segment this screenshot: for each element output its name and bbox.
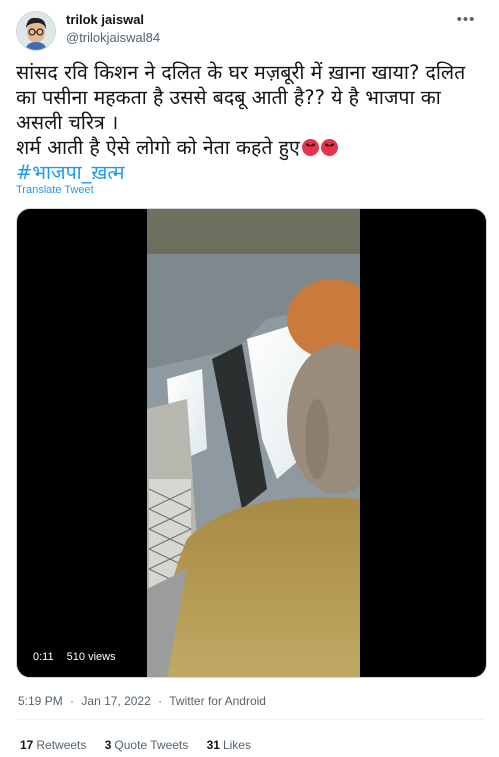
retweets-count: 17 xyxy=(20,738,34,752)
video-frame[interactable] xyxy=(147,209,360,677)
likes-count: 31 xyxy=(206,738,220,752)
video-meta: 0:11 510 views xyxy=(33,651,126,663)
video-player[interactable]: 0:11 510 views xyxy=(16,208,487,678)
meta-separator: · xyxy=(70,694,75,708)
angry-face-icon xyxy=(301,139,319,156)
hashtag-link[interactable]: #भाजपा_ख़त्म xyxy=(16,160,484,185)
tweet-line: सांसद रवि किशन ने दलित के घर मज़बूरी में… xyxy=(16,61,466,84)
angry-face-icon xyxy=(320,139,338,156)
more-options-icon[interactable]: ••• xyxy=(451,12,481,28)
user-handle[interactable]: @trilokjaiswal84 xyxy=(66,30,160,45)
avatar-illustration xyxy=(17,12,55,50)
quote-tweets-stat[interactable]: 3 Quote Tweets xyxy=(105,738,189,752)
tweet-time[interactable]: 5:19 PM xyxy=(18,694,63,708)
retweets-stat[interactable]: 17 Retweets xyxy=(20,738,86,752)
likes-label: Likes xyxy=(222,738,251,752)
video-views: 510 views xyxy=(66,651,116,663)
quote-tweets-count: 3 xyxy=(104,738,112,752)
tweet-stats: 17 Retweets 3 Quote Tweets 31 Likes xyxy=(20,738,266,752)
video-still-image xyxy=(147,209,360,677)
retweets-label: Retweets xyxy=(36,738,87,752)
tweet-line: असली चरित्र । xyxy=(16,111,119,134)
video-duration: 0:11 xyxy=(33,651,54,663)
likes-stat[interactable]: 31 Likes xyxy=(207,738,251,752)
tweet-date[interactable]: Jan 17, 2022 xyxy=(81,694,150,708)
tweet-line: शर्म आती है ऐसे लोगो को नेता कहते हुए xyxy=(16,136,300,159)
tweet-line: का पसीना महकता है उससे बदबू आती है?? ये … xyxy=(16,86,441,109)
display-name[interactable]: trilok jaiswal xyxy=(66,12,144,27)
tweet-text: सांसद रवि किशन ने दलित के घर मज़बूरी में… xyxy=(16,60,484,185)
tweet-source[interactable]: Twitter for Android xyxy=(169,694,266,708)
translate-tweet-link[interactable]: Translate Tweet xyxy=(16,184,94,196)
avatar[interactable] xyxy=(16,11,56,51)
quote-tweets-label: Quote Tweets xyxy=(114,738,189,752)
tweet-meta: 5:19 PM · Jan 17, 2022 · Twitter for And… xyxy=(18,694,266,708)
divider xyxy=(16,719,484,720)
tweet-line-with-emoji: शर्म आती है ऐसे लोगो को नेता कहते हुए xyxy=(16,135,484,160)
meta-separator: · xyxy=(158,694,163,708)
